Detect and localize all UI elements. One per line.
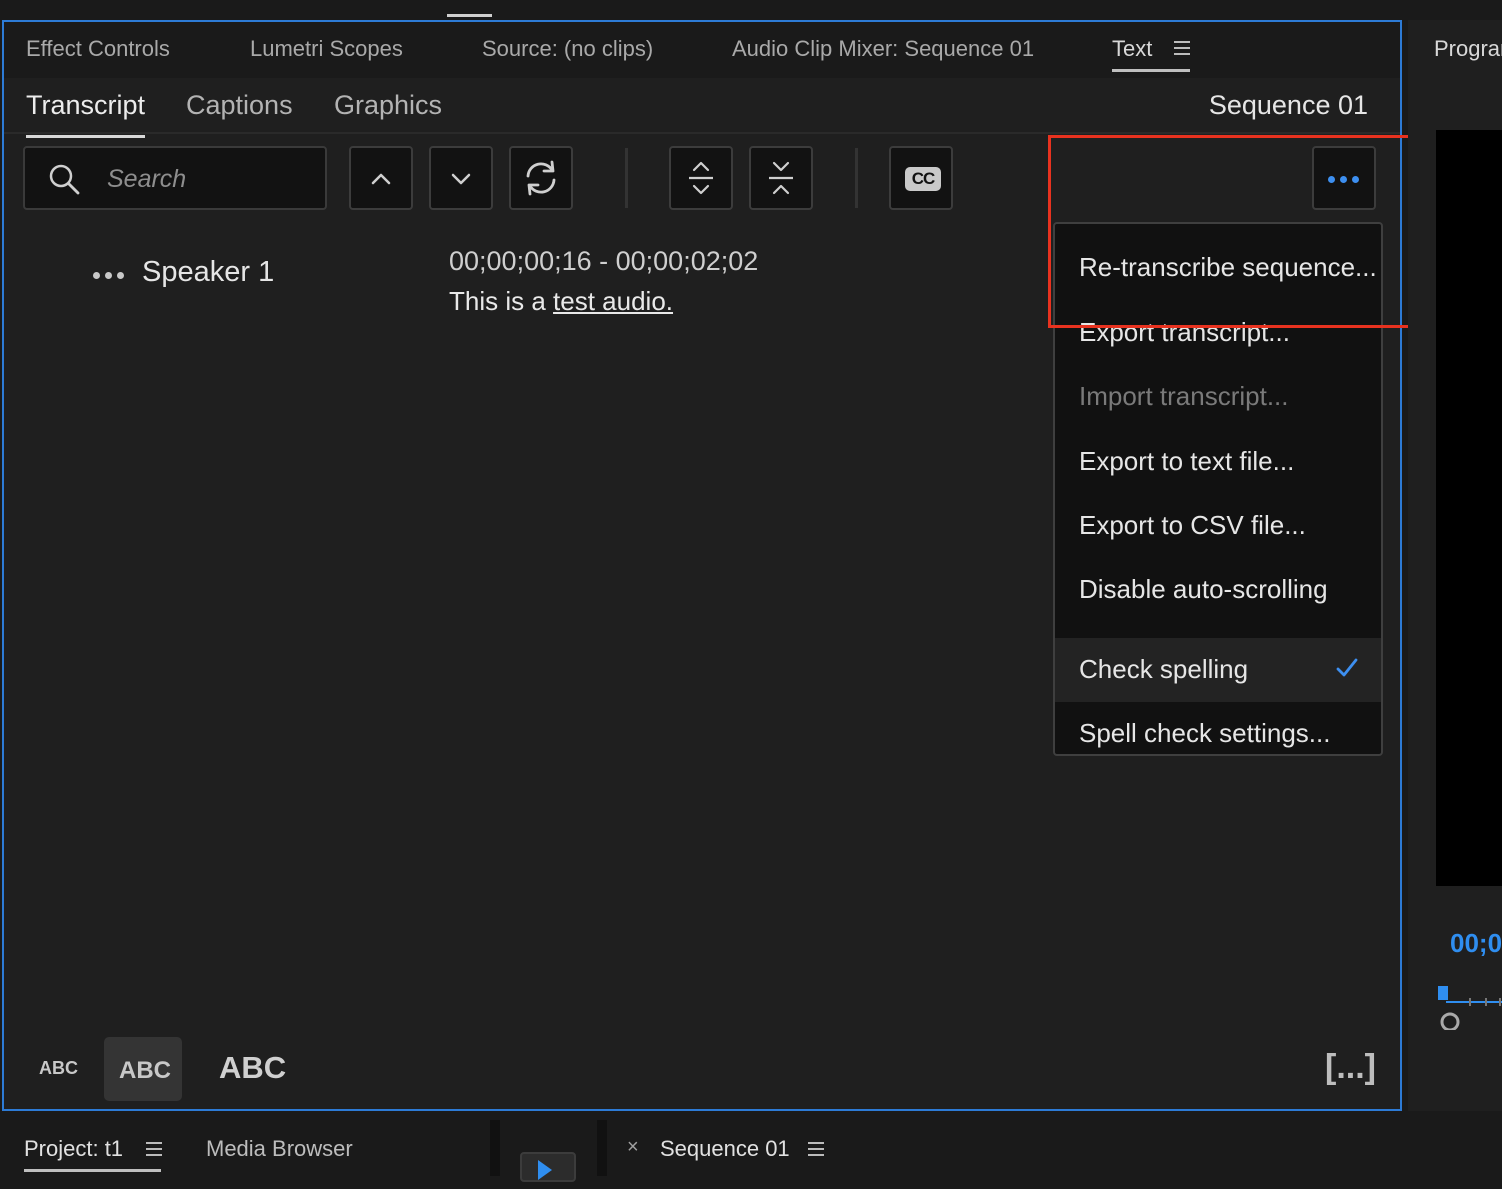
panel-tab-bar: Effect Controls Lumetri Scopes Source: (… [4, 22, 1400, 78]
tab-text[interactable]: Text [1112, 36, 1191, 72]
chevron-up-icon [371, 173, 391, 185]
previous-result-button[interactable] [349, 146, 413, 210]
toolbar-divider [855, 148, 858, 208]
text-size-medium-button[interactable]: ABC [104, 1037, 182, 1101]
subtab-transcript[interactable]: Transcript [26, 90, 146, 138]
menu-item-export-text-file[interactable]: Export to text file... [1055, 430, 1381, 494]
play-icon [538, 1160, 552, 1180]
transcript-text-plain[interactable]: This is a [449, 286, 553, 316]
program-timeline-ruler[interactable] [1436, 980, 1502, 1030]
menu-item-disable-auto-scrolling[interactable]: Disable auto-scrolling [1055, 558, 1381, 622]
sequence-name: Sequence 01 [1208, 90, 1368, 120]
show-pauses-button[interactable]: [...] [1325, 1048, 1376, 1087]
bottom-divider [490, 1120, 500, 1176]
menu-item-spell-check-settings[interactable]: Spell check settings... [1055, 702, 1381, 766]
cc-icon: CC [905, 167, 941, 191]
bottom-divider [597, 1120, 607, 1176]
subtab-bar: Transcript Captions Graphics Sequence 01 [4, 78, 1400, 138]
expand-all-button[interactable] [669, 146, 733, 210]
chevron-down-icon [451, 173, 471, 185]
search-icon [49, 164, 80, 195]
speaker-label[interactable]: Speaker 1 [142, 256, 274, 289]
segment-timecode: 00;00;00;16 - 00;00;02;02 [449, 246, 759, 276]
program-monitor-title[interactable]: Program [1434, 36, 1502, 62]
next-result-button[interactable] [429, 146, 493, 210]
sequence-menu-icon[interactable] [808, 1142, 824, 1156]
checkmark-icon [1336, 658, 1358, 677]
transcript-text[interactable]: This is a test audio. [449, 286, 673, 317]
active-subtab-underline [26, 135, 146, 138]
subtab-transcript-label: Transcript [26, 90, 146, 120]
create-captions-button[interactable]: CC [889, 146, 953, 210]
search-box[interactable] [23, 146, 327, 210]
tab-lumetri-scopes[interactable]: Lumetri Scopes [250, 36, 403, 62]
tab-media-browser[interactable]: Media Browser [206, 1136, 353, 1162]
refresh-icon [526, 160, 556, 196]
tab-project-label: Project: t1 [24, 1136, 124, 1161]
tab-text-label: Text [1112, 36, 1153, 61]
panel-menu-icon[interactable] [1174, 41, 1190, 55]
tab-audio-clip-mixer[interactable]: Audio Clip Mixer: Sequence 01 [732, 36, 1034, 62]
text-size-large-button[interactable]: ABC [219, 1050, 286, 1086]
program-video-area[interactable] [1436, 130, 1502, 886]
play-button[interactable] [520, 1152, 576, 1182]
tab-project[interactable]: Project: t1 [24, 1136, 162, 1172]
highlight-annotation-box [1048, 135, 1426, 328]
active-bottom-tab-underline [24, 1169, 162, 1172]
expand-icon [689, 161, 713, 195]
active-tab-underline [1112, 69, 1191, 72]
tab-sequence[interactable]: Sequence 01 [660, 1136, 790, 1162]
menu-item-export-csv-file[interactable]: Export to CSV file... [1055, 494, 1381, 558]
transcript-text-underlined[interactable]: test audio. [553, 286, 673, 316]
subtab-captions[interactable]: Captions [186, 90, 293, 121]
tab-source[interactable]: Source: (no clips) [482, 36, 653, 62]
top-strip [0, 0, 1502, 18]
sync-transcript-button[interactable] [509, 146, 573, 210]
program-timecode[interactable]: 00;0 [1450, 928, 1502, 959]
menu-item-check-spelling[interactable]: Check spelling [1055, 638, 1381, 702]
collapse-icon [769, 161, 793, 195]
speaker-options-icon[interactable] [93, 272, 127, 280]
text-size-small-button[interactable]: ABC [39, 1058, 78, 1079]
program-monitor-panel: Program 00;0 [1408, 20, 1502, 1111]
close-sequence-icon[interactable]: × [627, 1136, 639, 1159]
bottom-panel-bar: Project: t1 Media Browser × Sequence 01 [0, 1120, 1502, 1182]
subtab-graphics[interactable]: Graphics [334, 90, 442, 121]
menu-item-import-transcript: Import transcript... [1079, 381, 1289, 411]
text-size-medium-label: ABC [119, 1057, 171, 1084]
project-menu-icon[interactable] [146, 1142, 162, 1156]
toolbar-divider [625, 148, 628, 208]
tab-effect-controls[interactable]: Effect Controls [26, 36, 170, 62]
panel-drag-marker[interactable] [447, 14, 492, 17]
collapse-all-button[interactable] [749, 146, 813, 210]
search-input[interactable] [107, 160, 317, 198]
